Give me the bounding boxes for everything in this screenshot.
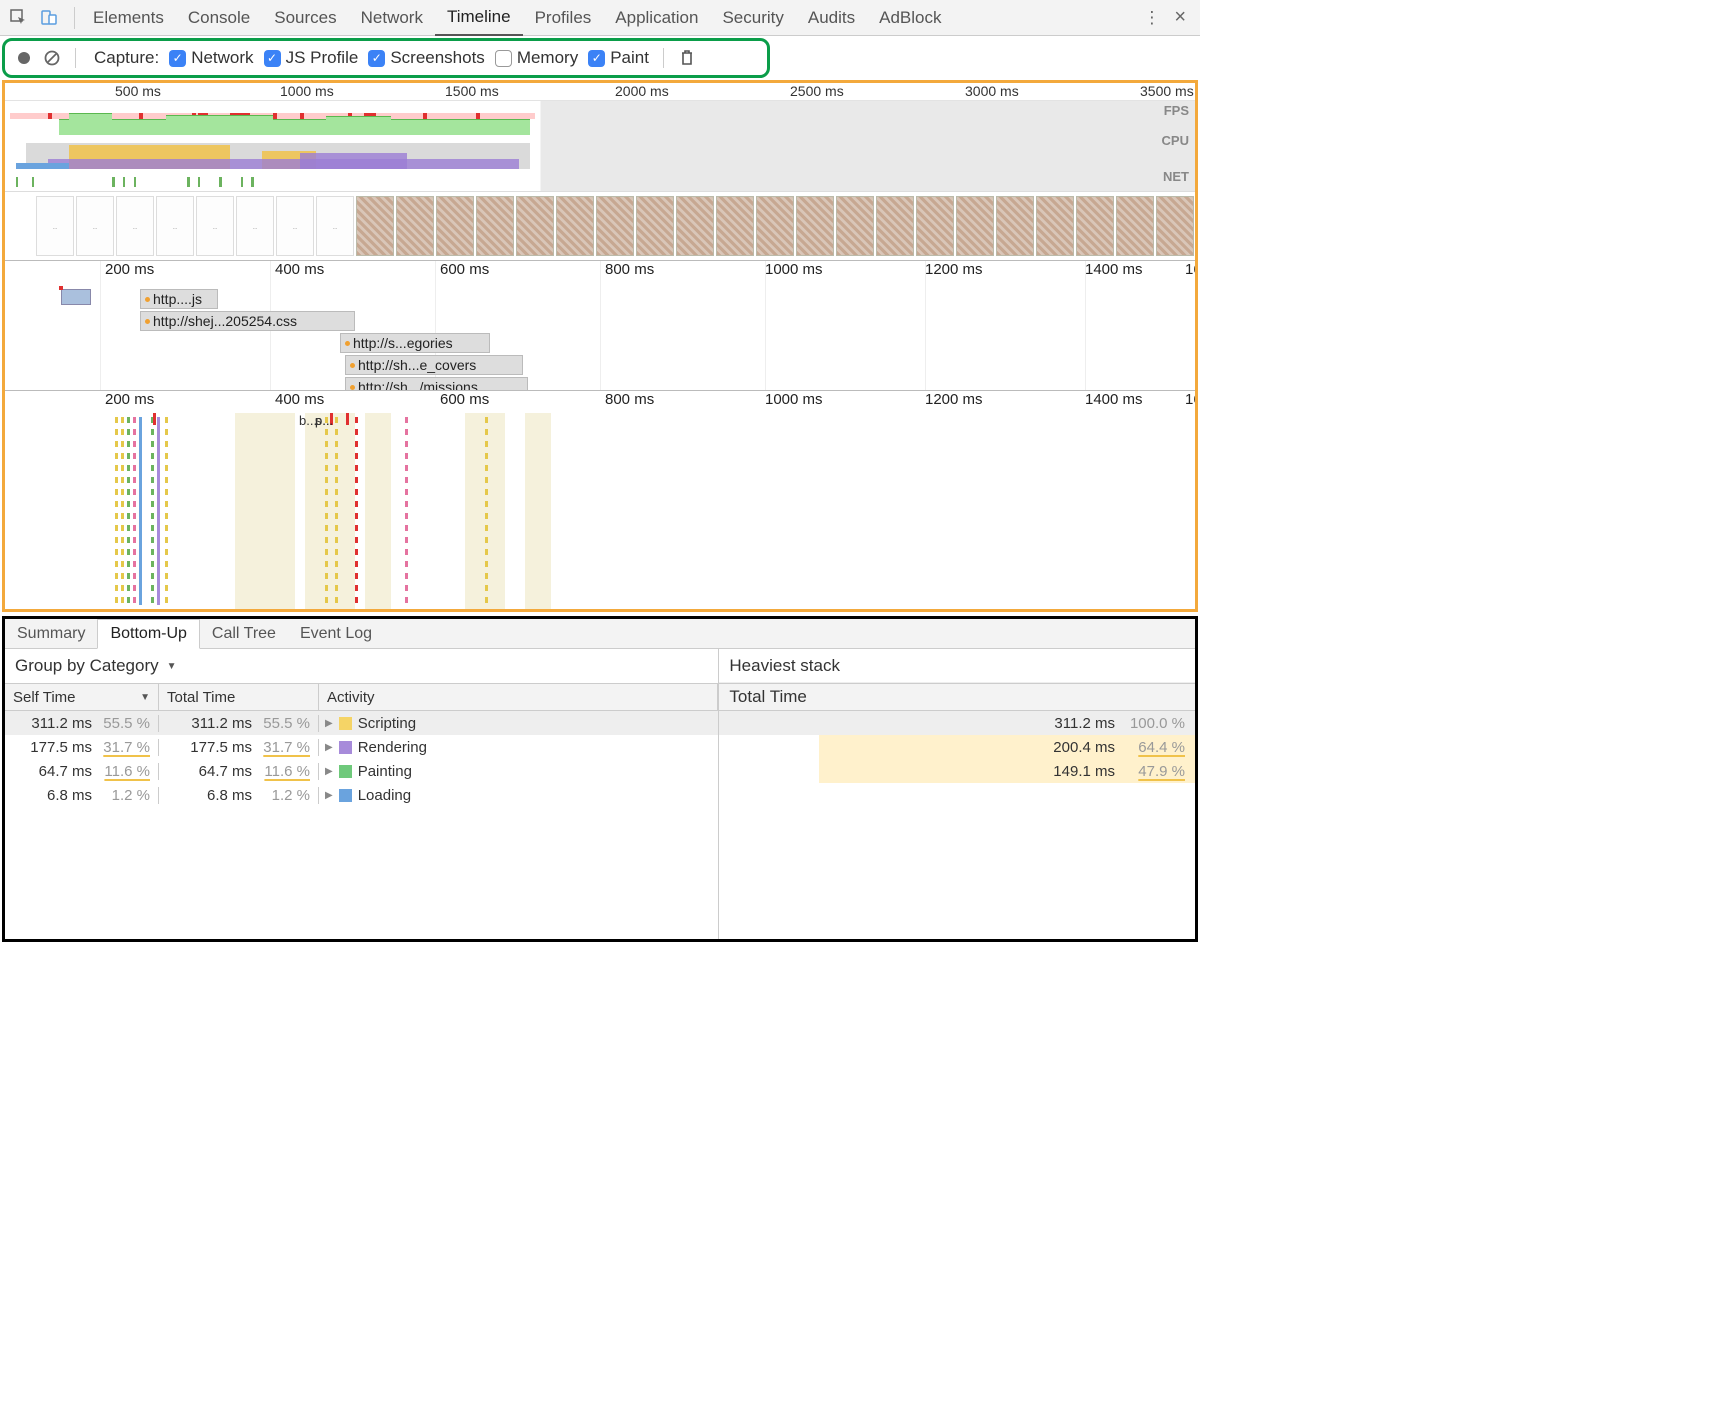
check-memory[interactable]: Memory [495,48,578,68]
tab-security[interactable]: Security [710,0,795,36]
frame-thumb: .. [36,196,74,256]
heaviest-row[interactable]: 311.2 ms100.0 % [719,711,1195,735]
timeline-area: 500 ms 1000 ms 1500 ms 2000 ms 2500 ms 3… [2,80,1198,612]
tab-application[interactable]: Application [603,0,710,36]
frame-thumb [876,196,914,256]
frame-thumb [396,196,434,256]
frame-thumb [916,196,954,256]
tab-adblock[interactable]: AdBlock [867,0,953,36]
frame-thumb: .. [76,196,114,256]
tab-audits[interactable]: Audits [796,0,867,36]
tab-network[interactable]: Network [349,0,435,36]
flame-pane[interactable]: 200 ms 400 ms 600 ms 800 ms 1000 ms 1200… [5,391,1195,609]
row-loading[interactable]: 6.8 ms1.2 % 6.8 ms1.2 % ▶Loading [5,783,718,807]
net-label: NET [1163,169,1189,184]
frame-thumb [436,196,474,256]
col-activity[interactable]: Activity [319,684,718,710]
panel-tabs: Elements Console Sources Network Timelin… [81,0,1143,36]
frame-thumb: .. [236,196,274,256]
col-self[interactable]: Self Time▼ [5,684,159,710]
frame-thumb [836,196,874,256]
frame-thumb [1076,196,1114,256]
heaviest-stack: Heaviest stack Total Time 311.2 ms100.0 … [719,649,1195,939]
frame-thumb: .. [156,196,194,256]
frame-thumb [356,196,394,256]
overview-graphs: FPS CPU NET [5,101,1195,191]
frame-thumb [956,196,994,256]
frame-thumb [676,196,714,256]
frame-thumb [1036,196,1074,256]
frame-thumb: .. [276,196,314,256]
filmstrip[interactable]: .. .. .. .. .. .. .. .. [5,191,1195,259]
tab-calltree[interactable]: Call Tree [200,619,288,649]
heaviest-row[interactable]: 149.1 ms47.9 % [819,759,1195,783]
trash-icon[interactable] [678,49,696,67]
tab-bottomup[interactable]: Bottom-Up [97,619,199,649]
network-ruler: 200 ms 400 ms 600 ms 800 ms 1000 ms 1200… [5,261,1195,283]
frame-thumb: .. [196,196,234,256]
chevron-down-icon: ▼ [167,661,177,672]
cpu-label: CPU [1162,133,1189,148]
frame-thumb: .. [116,196,154,256]
capture-label: Capture: [94,48,159,68]
network-pane[interactable]: 200 ms 400 ms 600 ms 800 ms 1000 ms 1200… [5,261,1195,391]
frame-thumb [556,196,594,256]
net-bar [61,289,91,305]
close-icon[interactable]: × [1174,6,1186,29]
row-rendering[interactable]: 177.5 ms31.7 % 177.5 ms31.7 % ▶Rendering [5,735,718,759]
frame-thumb [596,196,634,256]
kebab-icon[interactable]: ⋮ [1143,8,1160,28]
net-request[interactable]: http://s...egories [340,333,490,353]
device-icon[interactable] [38,7,60,29]
col-total[interactable]: Total Time [159,684,319,710]
details-tabs: Summary Bottom-Up Call Tree Event Log [5,619,1195,649]
net-request[interactable]: http://sh.../missions [345,377,528,391]
tab-sources[interactable]: Sources [262,0,348,36]
frame-thumb [1156,196,1194,256]
row-painting[interactable]: 64.7 ms11.6 % 64.7 ms11.6 % ▶Painting [5,759,718,783]
overview-pane[interactable]: 500 ms 1000 ms 1500 ms 2000 ms 2500 ms 3… [5,83,1195,261]
tab-console[interactable]: Console [176,0,262,36]
frame-thumb [996,196,1034,256]
tab-profiles[interactable]: Profiles [523,0,604,36]
devtools-header: Elements Console Sources Network Timelin… [0,0,1200,36]
heaviest-col[interactable]: Total Time [719,683,1195,711]
check-paint[interactable]: ✓Paint [588,48,649,68]
clear-icon[interactable] [43,49,61,67]
inspect-icon[interactable] [8,7,30,29]
flame-ruler: 200 ms 400 ms 600 ms 800 ms 1000 ms 1200… [5,391,1195,413]
frame-thumb [636,196,674,256]
check-screenshots[interactable]: ✓Screenshots [368,48,485,68]
frame-thumb [1116,196,1154,256]
frame-thumb [476,196,514,256]
check-network[interactable]: ✓Network [169,48,253,68]
heaviest-row[interactable]: 200.4 ms64.4 % [819,735,1195,759]
frame-thumb [516,196,554,256]
bottomup-table: Group by Category ▼ Self Time▼ Total Tim… [5,649,719,939]
fps-label: FPS [1164,103,1189,118]
details-panel: Summary Bottom-Up Call Tree Event Log Gr… [2,616,1198,942]
net-request[interactable]: http://shej...205254.css [140,311,355,331]
net-request[interactable]: http....js [140,289,218,309]
record-icon[interactable] [15,49,33,67]
check-jsprofile[interactable]: ✓JS Profile [264,48,359,68]
row-scripting[interactable]: 311.2 ms55.5 % 311.2 ms55.5 % ▶Scripting [5,711,718,735]
tab-eventlog[interactable]: Event Log [288,619,384,649]
tab-summary[interactable]: Summary [5,619,97,649]
frame-thumb [796,196,834,256]
heaviest-title: Heaviest stack [719,649,1195,683]
tab-timeline[interactable]: Timeline [435,0,523,36]
frame-thumb [716,196,754,256]
frame-thumb: .. [316,196,354,256]
capture-toolbar: Capture: ✓Network ✓JS Profile ✓Screensho… [2,38,770,78]
net-request[interactable]: http://sh...e_covers [345,355,523,375]
frame-thumb [756,196,794,256]
group-by-select[interactable]: Group by Category ▼ [5,649,718,683]
tab-elements[interactable]: Elements [81,0,176,36]
overview-ruler: 500 ms 1000 ms 1500 ms 2000 ms 2500 ms 3… [5,83,1195,101]
